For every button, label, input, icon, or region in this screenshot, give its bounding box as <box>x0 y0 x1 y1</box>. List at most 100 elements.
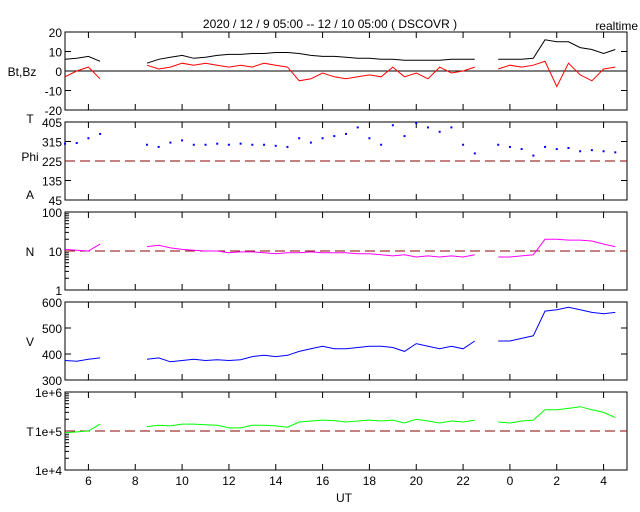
data-point-phi <box>64 142 66 145</box>
series-line-bt <box>146 52 475 64</box>
data-point-phi <box>321 137 324 140</box>
series-line-v <box>498 306 616 342</box>
data-point-phi <box>555 148 558 151</box>
x-tick-label: 10 <box>175 474 189 488</box>
series-line-bz <box>64 66 101 80</box>
y-tick-label: 400 <box>42 348 62 362</box>
y-tick-label: -10 <box>45 85 63 99</box>
series-line-bz <box>498 60 616 88</box>
x-tick-label: 0 <box>507 474 514 488</box>
data-point-phi <box>216 142 219 145</box>
data-point-phi <box>602 150 605 153</box>
data-point-phi <box>368 137 371 140</box>
panel-frame <box>64 301 628 381</box>
data-point-phi <box>274 144 277 147</box>
series-line-t <box>498 406 616 424</box>
data-point-phi <box>345 132 347 135</box>
panel-phi: 40531522513545TPhiA <box>21 112 628 208</box>
data-point-phi <box>473 152 476 155</box>
series-line-bt <box>498 39 616 60</box>
data-point-phi <box>614 151 617 154</box>
y-tick-label: 20 <box>49 26 63 40</box>
data-point-phi <box>579 150 582 153</box>
y-tick-label: 405 <box>42 116 62 130</box>
y-tick-label: 10 <box>49 245 63 259</box>
x-tick-label: 6 <box>85 474 92 488</box>
chart-title: 2020 / 12 / 9 05:00 -- 12 / 10 05:00 ( D… <box>203 17 457 31</box>
data-point-phi <box>239 142 242 145</box>
data-point-phi <box>380 143 383 146</box>
data-point-phi <box>298 137 301 140</box>
y-tick-label: 315 <box>42 136 62 150</box>
x-axis-label: UT <box>336 491 353 505</box>
data-point-phi <box>263 143 266 146</box>
data-point-phi <box>251 143 254 146</box>
data-point-phi <box>87 137 90 140</box>
panel-temperature: 1e+6 1e+5 1e+4 T 6 8 10 12 14 16 18 20 22 0 2 4 <box>26 386 628 488</box>
data-point-phi <box>169 141 172 144</box>
data-point-phi <box>450 126 453 129</box>
data-point-phi <box>590 149 593 152</box>
data-point-phi <box>192 143 195 146</box>
data-point-phi <box>403 135 406 138</box>
y-axis-label: A <box>26 188 34 202</box>
mode-label: realtime <box>595 19 638 33</box>
y-tick-label: 225 <box>42 155 62 169</box>
data-point-phi <box>520 148 523 151</box>
data-point-phi <box>462 143 465 146</box>
y-tick-label: 135 <box>42 175 62 189</box>
y-axis-label: Bt,Bz <box>8 65 37 79</box>
x-tick-label: 2 <box>553 474 560 488</box>
panel-density: 100101N <box>26 206 628 298</box>
data-point-phi <box>508 145 511 148</box>
data-point-phi <box>286 145 289 148</box>
solar-wind-chart: 2020 / 12 / 9 05:00 -- 12 / 10 05:00 ( D… <box>8 17 639 505</box>
x-tick-label: 16 <box>316 474 330 488</box>
data-point-phi <box>333 135 336 138</box>
y-tick-label: 10 <box>49 46 63 60</box>
data-point-phi <box>309 141 312 144</box>
data-point-phi <box>567 147 570 149</box>
y-tick-label: 500 <box>42 322 62 336</box>
y-tick-label: 1e+5 <box>35 425 62 439</box>
x-tick-label: 20 <box>410 474 424 488</box>
x-tick-label: 12 <box>222 474 236 488</box>
data-point-phi <box>438 130 441 133</box>
y-tick-label: 600 <box>42 296 62 310</box>
series-line-n <box>498 238 616 258</box>
data-point-phi <box>204 143 207 146</box>
data-point-phi <box>75 142 78 145</box>
x-tick-label: 18 <box>363 474 377 488</box>
series-line-v <box>64 357 101 362</box>
y-tick-label: 100 <box>42 206 62 220</box>
y-axis-label: T <box>26 112 34 126</box>
x-tick-label: 14 <box>269 474 283 488</box>
series-line-bt <box>64 55 101 62</box>
y-tick-label: 1e+6 <box>35 386 62 400</box>
y-tick-label: 1e+4 <box>35 464 62 478</box>
data-point-phi <box>391 124 394 127</box>
data-point-phi <box>356 126 359 129</box>
x-tick-label: 4 <box>600 474 607 488</box>
y-axis-label: N <box>26 245 35 259</box>
series-line-bz <box>146 62 475 82</box>
data-point-phi <box>227 143 230 146</box>
data-point-phi <box>497 143 500 146</box>
y-axis-label: Phi <box>21 150 38 164</box>
data-point-phi <box>426 126 429 129</box>
data-point-phi <box>157 145 160 148</box>
panel-speed: 600500400300V <box>26 296 628 388</box>
series-line-v <box>146 340 476 363</box>
data-point-phi <box>544 145 547 148</box>
y-axis-label: T <box>26 425 34 439</box>
panel-bt-bz: 20100-10-20Bt,Bz <box>8 26 628 118</box>
data-point-phi <box>99 132 102 135</box>
x-tick-label: 8 <box>132 474 139 488</box>
data-point-phi <box>532 154 535 157</box>
y-tick-label: 0 <box>55 65 62 79</box>
series-line-t <box>146 418 475 429</box>
data-point-phi <box>415 122 418 125</box>
series-line-n <box>64 243 101 252</box>
y-axis-label: V <box>26 335 34 349</box>
data-point-phi <box>181 139 184 142</box>
